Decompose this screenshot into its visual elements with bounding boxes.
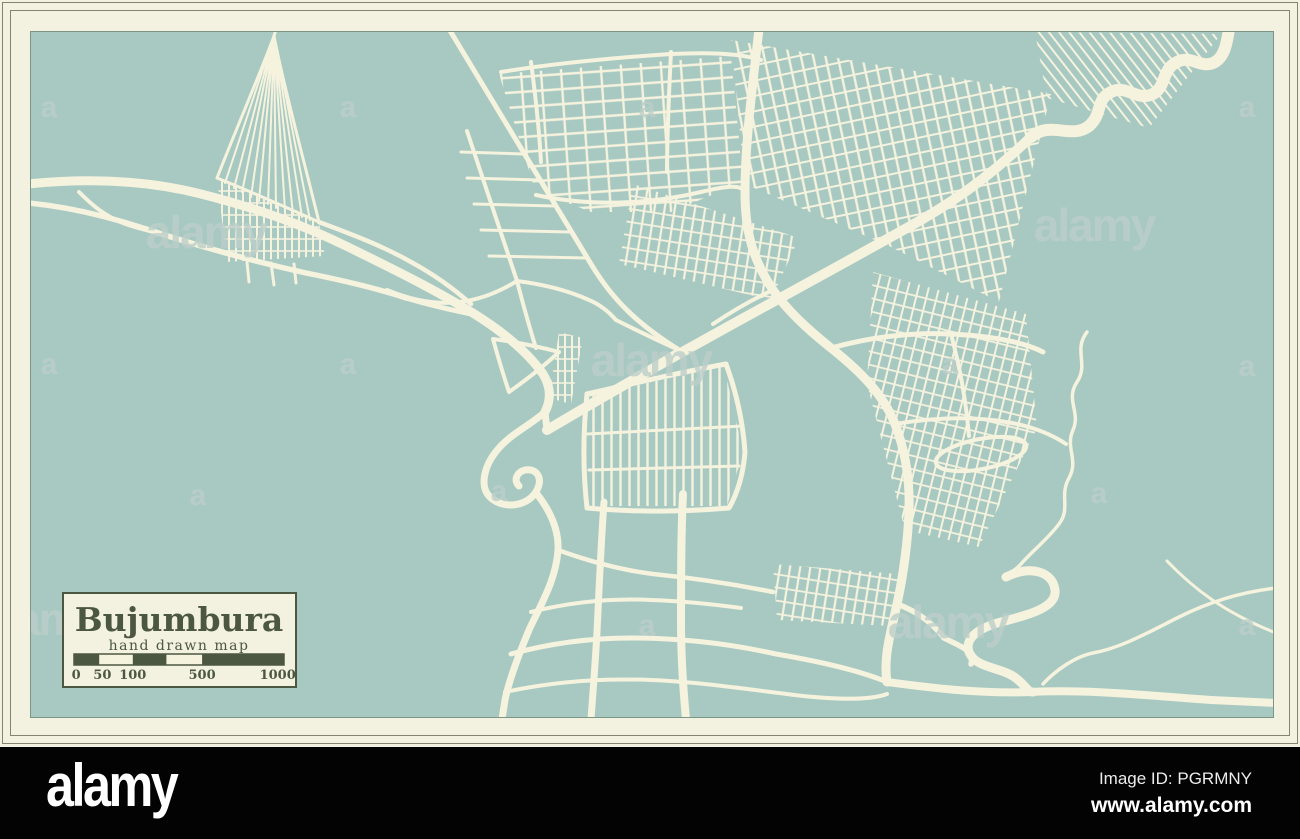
road-bottom-right	[883, 678, 1273, 707]
scale-bar-label: 0	[72, 668, 81, 683]
watermark-a: a	[340, 91, 357, 124]
watermark-alamy: alamy	[888, 596, 1011, 648]
scale-bar-label: 1000	[260, 668, 296, 683]
scale-bar-segment	[74, 654, 100, 665]
grid-top-center	[499, 56, 743, 212]
watermark-a: a	[491, 475, 508, 508]
scale-bar-segment	[202, 654, 284, 665]
watermark-a: a	[942, 348, 959, 381]
footer-bar: alamy Image ID: PGRMNY www.alamy.com	[0, 747, 1300, 839]
watermark-a: a	[1239, 609, 1256, 642]
road	[1165, 559, 1273, 634]
road	[515, 279, 538, 350]
watermark-a: a	[1239, 350, 1256, 383]
watermark-alamy: alamy	[146, 206, 269, 258]
map-title: Bujumbura	[75, 600, 284, 639]
road	[215, 34, 276, 180]
watermark-a: a	[41, 91, 58, 124]
watermark-a: a	[1239, 91, 1256, 124]
scale-bar-label: 500	[189, 668, 216, 683]
website-text: www.alamy.com	[1090, 794, 1252, 817]
hatch-top-right	[1035, 32, 1221, 128]
watermark-a: a	[190, 479, 207, 512]
grid-south	[773, 564, 899, 626]
scale-bar-label: 50	[93, 668, 111, 683]
watermark-a: a	[41, 348, 58, 381]
city-map-svg: alamyalamyalamyalamyalamyaaaaaaaaaaaaa B…	[31, 32, 1273, 717]
scale-bar-segment	[132, 654, 167, 665]
watermark-a: a	[639, 609, 656, 642]
road	[555, 547, 776, 595]
map-title-card: Bujumbura hand drawn map 0 50 100 500 1000	[62, 592, 297, 688]
alamy-logo: alamy	[46, 752, 179, 819]
watermark-a: a	[1091, 477, 1108, 510]
grid-block-ribbon	[549, 332, 583, 404]
scale-bar-label: 100	[119, 668, 146, 683]
watermark-alamy: alamy	[591, 334, 714, 386]
stock-photo: alamy alamy alamy alamy alamy a a a a a a a a a a a a a B…	[0, 0, 1300, 839]
road	[503, 677, 889, 701]
watermark-a: a	[340, 348, 357, 381]
image-id-text: Image ID: PGRMNY	[1098, 769, 1252, 788]
road	[515, 279, 618, 322]
road	[587, 498, 608, 717]
road	[529, 597, 743, 614]
road	[508, 635, 890, 685]
map-area: alamyalamyalamyalamyalamyaaaaaaaaaaaaa B…	[30, 31, 1274, 718]
footer-info: Image ID: PGRMNY www.alamy.com	[1091, 769, 1252, 818]
watermark-alamy: alamy	[1034, 199, 1157, 251]
map-subtitle: hand drawn map	[109, 638, 250, 654]
watermark-a: a	[639, 91, 656, 124]
